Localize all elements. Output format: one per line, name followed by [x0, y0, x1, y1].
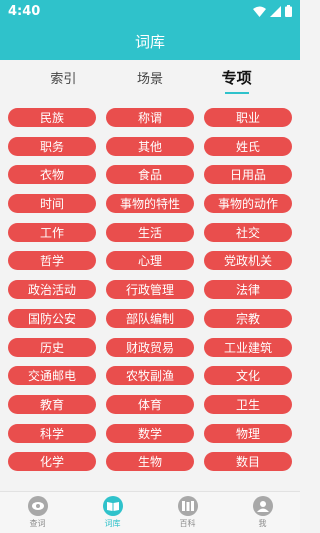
nav-encyclopedia-label: 百科 — [179, 519, 196, 528]
category-chip[interactable]: 历史 — [8, 337, 96, 357]
status-bar: 4:40 — [0, 0, 300, 22]
book-icon — [102, 496, 123, 516]
category-chip[interactable]: 社交 — [204, 222, 292, 242]
category-chip[interactable]: 行政管理 — [106, 280, 194, 300]
category-chip[interactable]: 部队编制 — [106, 308, 194, 328]
nav-wordbank[interactable]: 词库 — [83, 496, 143, 529]
category-chip[interactable]: 法律 — [204, 280, 292, 300]
category-chip[interactable]: 农牧副渔 — [106, 366, 194, 386]
category-chip[interactable]: 宗教 — [204, 308, 292, 328]
category-chip[interactable]: 时间 — [8, 194, 96, 214]
category-chip[interactable]: 化学 — [8, 452, 96, 472]
category-chip[interactable]: 事物的动作 — [204, 194, 292, 214]
category-chip[interactable]: 工作 — [8, 222, 96, 242]
category-chip[interactable]: 职业 — [204, 108, 292, 127]
category-chip[interactable]: 教育 — [8, 394, 96, 414]
category-chip[interactable]: 体育 — [106, 394, 194, 414]
nav-profile-label: 我 — [258, 519, 267, 528]
category-chip[interactable]: 党政机关 — [204, 251, 292, 271]
category-chip[interactable]: 数目 — [204, 452, 292, 472]
nav-lookup[interactable]: 查词 — [8, 496, 68, 529]
category-chip[interactable]: 生活 — [106, 222, 194, 242]
category-chip[interactable]: 事物的特性 — [106, 194, 194, 214]
app-bar: 词库 — [0, 22, 300, 60]
category-chip[interactable]: 哲学 — [8, 251, 96, 271]
status-time: 4:40 — [8, 3, 41, 19]
signal-icon — [270, 5, 281, 17]
category-chip[interactable]: 民族 — [8, 108, 96, 127]
category-chip[interactable]: 财政贸易 — [106, 337, 194, 357]
category-chip[interactable]: 食品 — [106, 165, 194, 185]
eye-icon — [27, 496, 48, 516]
tab-topics[interactable]: 专项 — [202, 61, 272, 94]
category-chip[interactable]: 工业建筑 — [204, 337, 292, 357]
page-title: 词库 — [134, 32, 165, 51]
category-chip[interactable]: 其他 — [106, 136, 194, 156]
category-chip[interactable]: 政治活动 — [8, 280, 96, 300]
person-icon — [252, 496, 273, 516]
category-grid: 民族 称谓 职业 职务 其他 姓氏 衣物 食品 日用品 时间 事物的特性 事物的… — [8, 108, 292, 472]
category-chip[interactable]: 卫生 — [204, 394, 292, 414]
tab-scenes[interactable]: 场景 — [115, 62, 185, 93]
nav-wordbank-label: 词库 — [104, 519, 121, 528]
category-chip[interactable]: 国防公安 — [8, 308, 96, 328]
category-chip[interactable]: 物理 — [204, 423, 292, 443]
nav-encyclopedia[interactable]: 百科 — [158, 496, 218, 529]
category-chip[interactable]: 生物 — [106, 452, 194, 472]
category-chip[interactable]: 职务 — [8, 136, 96, 156]
category-chip[interactable]: 日用品 — [204, 165, 292, 185]
category-chip[interactable]: 科学 — [8, 423, 96, 443]
category-chip[interactable]: 称谓 — [106, 108, 194, 127]
tab-index[interactable]: 索引 — [28, 62, 98, 93]
tab-bar: 索引 场景 专项 — [0, 60, 300, 94]
library-icon — [177, 496, 198, 516]
nav-profile[interactable]: 我 — [233, 496, 293, 529]
category-chip[interactable]: 交通邮电 — [8, 366, 96, 386]
category-chip[interactable]: 心理 — [106, 251, 194, 271]
category-chip[interactable]: 姓氏 — [204, 136, 292, 156]
battery-icon — [285, 5, 292, 17]
category-chip[interactable]: 衣物 — [8, 165, 96, 185]
bottom-nav: 查词 词库 百科 我 — [0, 491, 300, 533]
category-chip[interactable]: 文化 — [204, 366, 292, 386]
wifi-icon — [253, 6, 266, 17]
nav-lookup-label: 查词 — [29, 519, 46, 528]
category-chip[interactable]: 数学 — [106, 423, 194, 443]
status-icons — [253, 5, 292, 17]
